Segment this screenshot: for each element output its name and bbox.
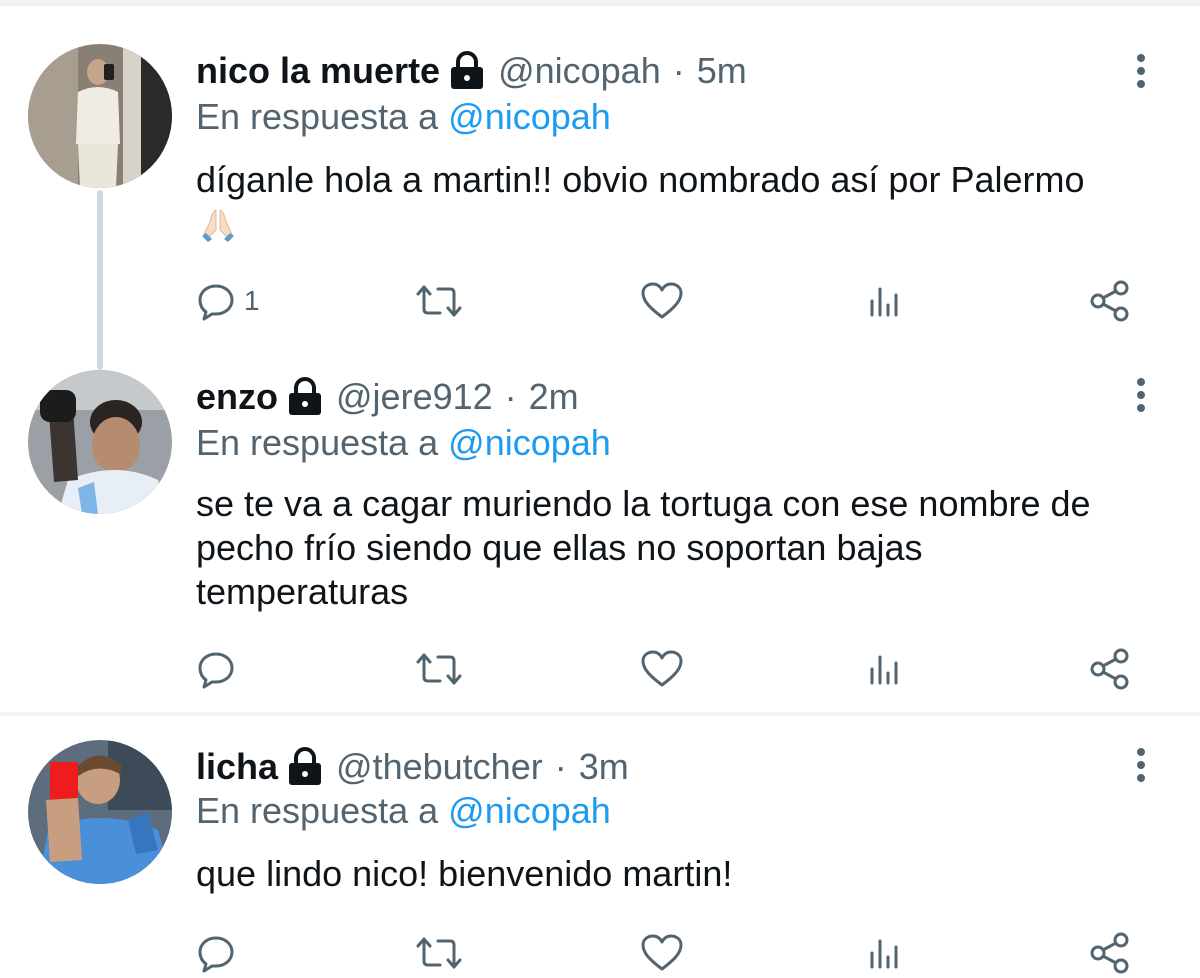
retweet-button[interactable] [414, 644, 464, 694]
lock-icon [286, 377, 324, 417]
lock-icon [286, 747, 324, 787]
avatar[interactable] [28, 740, 172, 884]
tweet-text-line: pecho frío siendo que ellas no soportan … [196, 527, 923, 568]
timestamp[interactable]: 3m [579, 746, 629, 788]
reply-count: 1 [244, 285, 260, 316]
reply-prefix: En respuesta a [196, 790, 439, 831]
share-icon [1088, 931, 1132, 975]
views-button[interactable] [866, 644, 906, 694]
like-button[interactable] [640, 644, 684, 694]
tweet-divider [0, 712, 1200, 716]
separator-dot: · [504, 376, 517, 417]
display-name[interactable]: nico la muerte [196, 50, 440, 92]
share-icon [1088, 647, 1132, 691]
reply-mention-link[interactable]: @nicopah [448, 790, 611, 831]
avatar[interactable] [28, 44, 172, 188]
share-button[interactable] [1088, 276, 1132, 326]
separator-dot: · [672, 50, 685, 91]
tweet-text: se te va a cagar muriendo la tortuga con… [196, 482, 1176, 614]
reply-prefix: En respuesta a [196, 422, 439, 463]
retweet-button[interactable] [414, 276, 464, 326]
folded-hands-emoji [196, 204, 240, 248]
share-button[interactable] [1088, 644, 1132, 694]
share-button[interactable] [1088, 928, 1132, 978]
reply-button[interactable]: 1 [196, 276, 260, 326]
reply-context: En respuesta a @nicopah [196, 790, 611, 832]
top-divider [0, 0, 1200, 6]
views-button[interactable] [866, 928, 906, 978]
retweet-icon [414, 649, 464, 689]
views-button[interactable] [866, 276, 906, 326]
tweet-actions [0, 928, 1200, 978]
tweet-text-line: se te va a cagar muriendo la tortuga con… [196, 483, 1091, 524]
like-button[interactable] [640, 276, 684, 326]
handle[interactable]: @nicopah [498, 50, 661, 92]
display-name[interactable]: enzo [196, 376, 278, 418]
more-icon[interactable] [1128, 52, 1154, 92]
tweet-actions: 1 [0, 276, 1200, 326]
tweet-actions [0, 644, 1200, 694]
avatar[interactable] [28, 370, 172, 514]
reply-button[interactable] [196, 644, 244, 694]
more-icon[interactable] [1128, 746, 1154, 786]
reply-button[interactable] [196, 928, 244, 978]
lock-icon [448, 51, 486, 91]
reply-icon [196, 933, 236, 973]
separator-dot: · [554, 746, 567, 787]
retweet-button[interactable] [414, 928, 464, 978]
reply-icon [196, 649, 236, 689]
tweet-body: que lindo nico! bienvenido martin! [196, 853, 733, 894]
like-button[interactable] [640, 928, 684, 978]
like-icon [640, 281, 684, 321]
views-icon [866, 281, 906, 321]
tweet-text: díganle hola a martin!! obvio nombrado a… [196, 158, 1176, 248]
reply-context: En respuesta a @nicopah [196, 96, 611, 138]
tweet-header: enzo @jere912 · 2m [196, 372, 579, 422]
views-icon [866, 649, 906, 689]
tweet-header: nico la muerte @nicopah · 5m [196, 46, 747, 96]
retweet-icon [414, 933, 464, 973]
views-icon [866, 933, 906, 973]
tweet-header: licha @thebutcher · 3m [196, 742, 629, 792]
reply-icon [196, 281, 236, 321]
timestamp[interactable]: 2m [529, 376, 579, 418]
display-name[interactable]: licha [196, 746, 278, 788]
like-icon [640, 649, 684, 689]
tweet-body: díganle hola a martin!! obvio nombrado a… [196, 159, 1085, 200]
reply-mention-link[interactable]: @nicopah [448, 96, 611, 137]
reply-prefix: En respuesta a [196, 96, 439, 137]
reply-context: En respuesta a @nicopah [196, 422, 611, 464]
timestamp[interactable]: 5m [697, 50, 747, 92]
more-icon[interactable] [1128, 376, 1154, 416]
handle[interactable]: @jere912 [336, 376, 493, 418]
handle[interactable]: @thebutcher [336, 746, 543, 788]
like-icon [640, 933, 684, 973]
tweet-text-line: temperaturas [196, 571, 409, 612]
reply-mention-link[interactable]: @nicopah [448, 422, 611, 463]
retweet-icon [414, 281, 464, 321]
share-icon [1088, 279, 1132, 323]
tweet-text: que lindo nico! bienvenido martin! [196, 852, 1176, 896]
